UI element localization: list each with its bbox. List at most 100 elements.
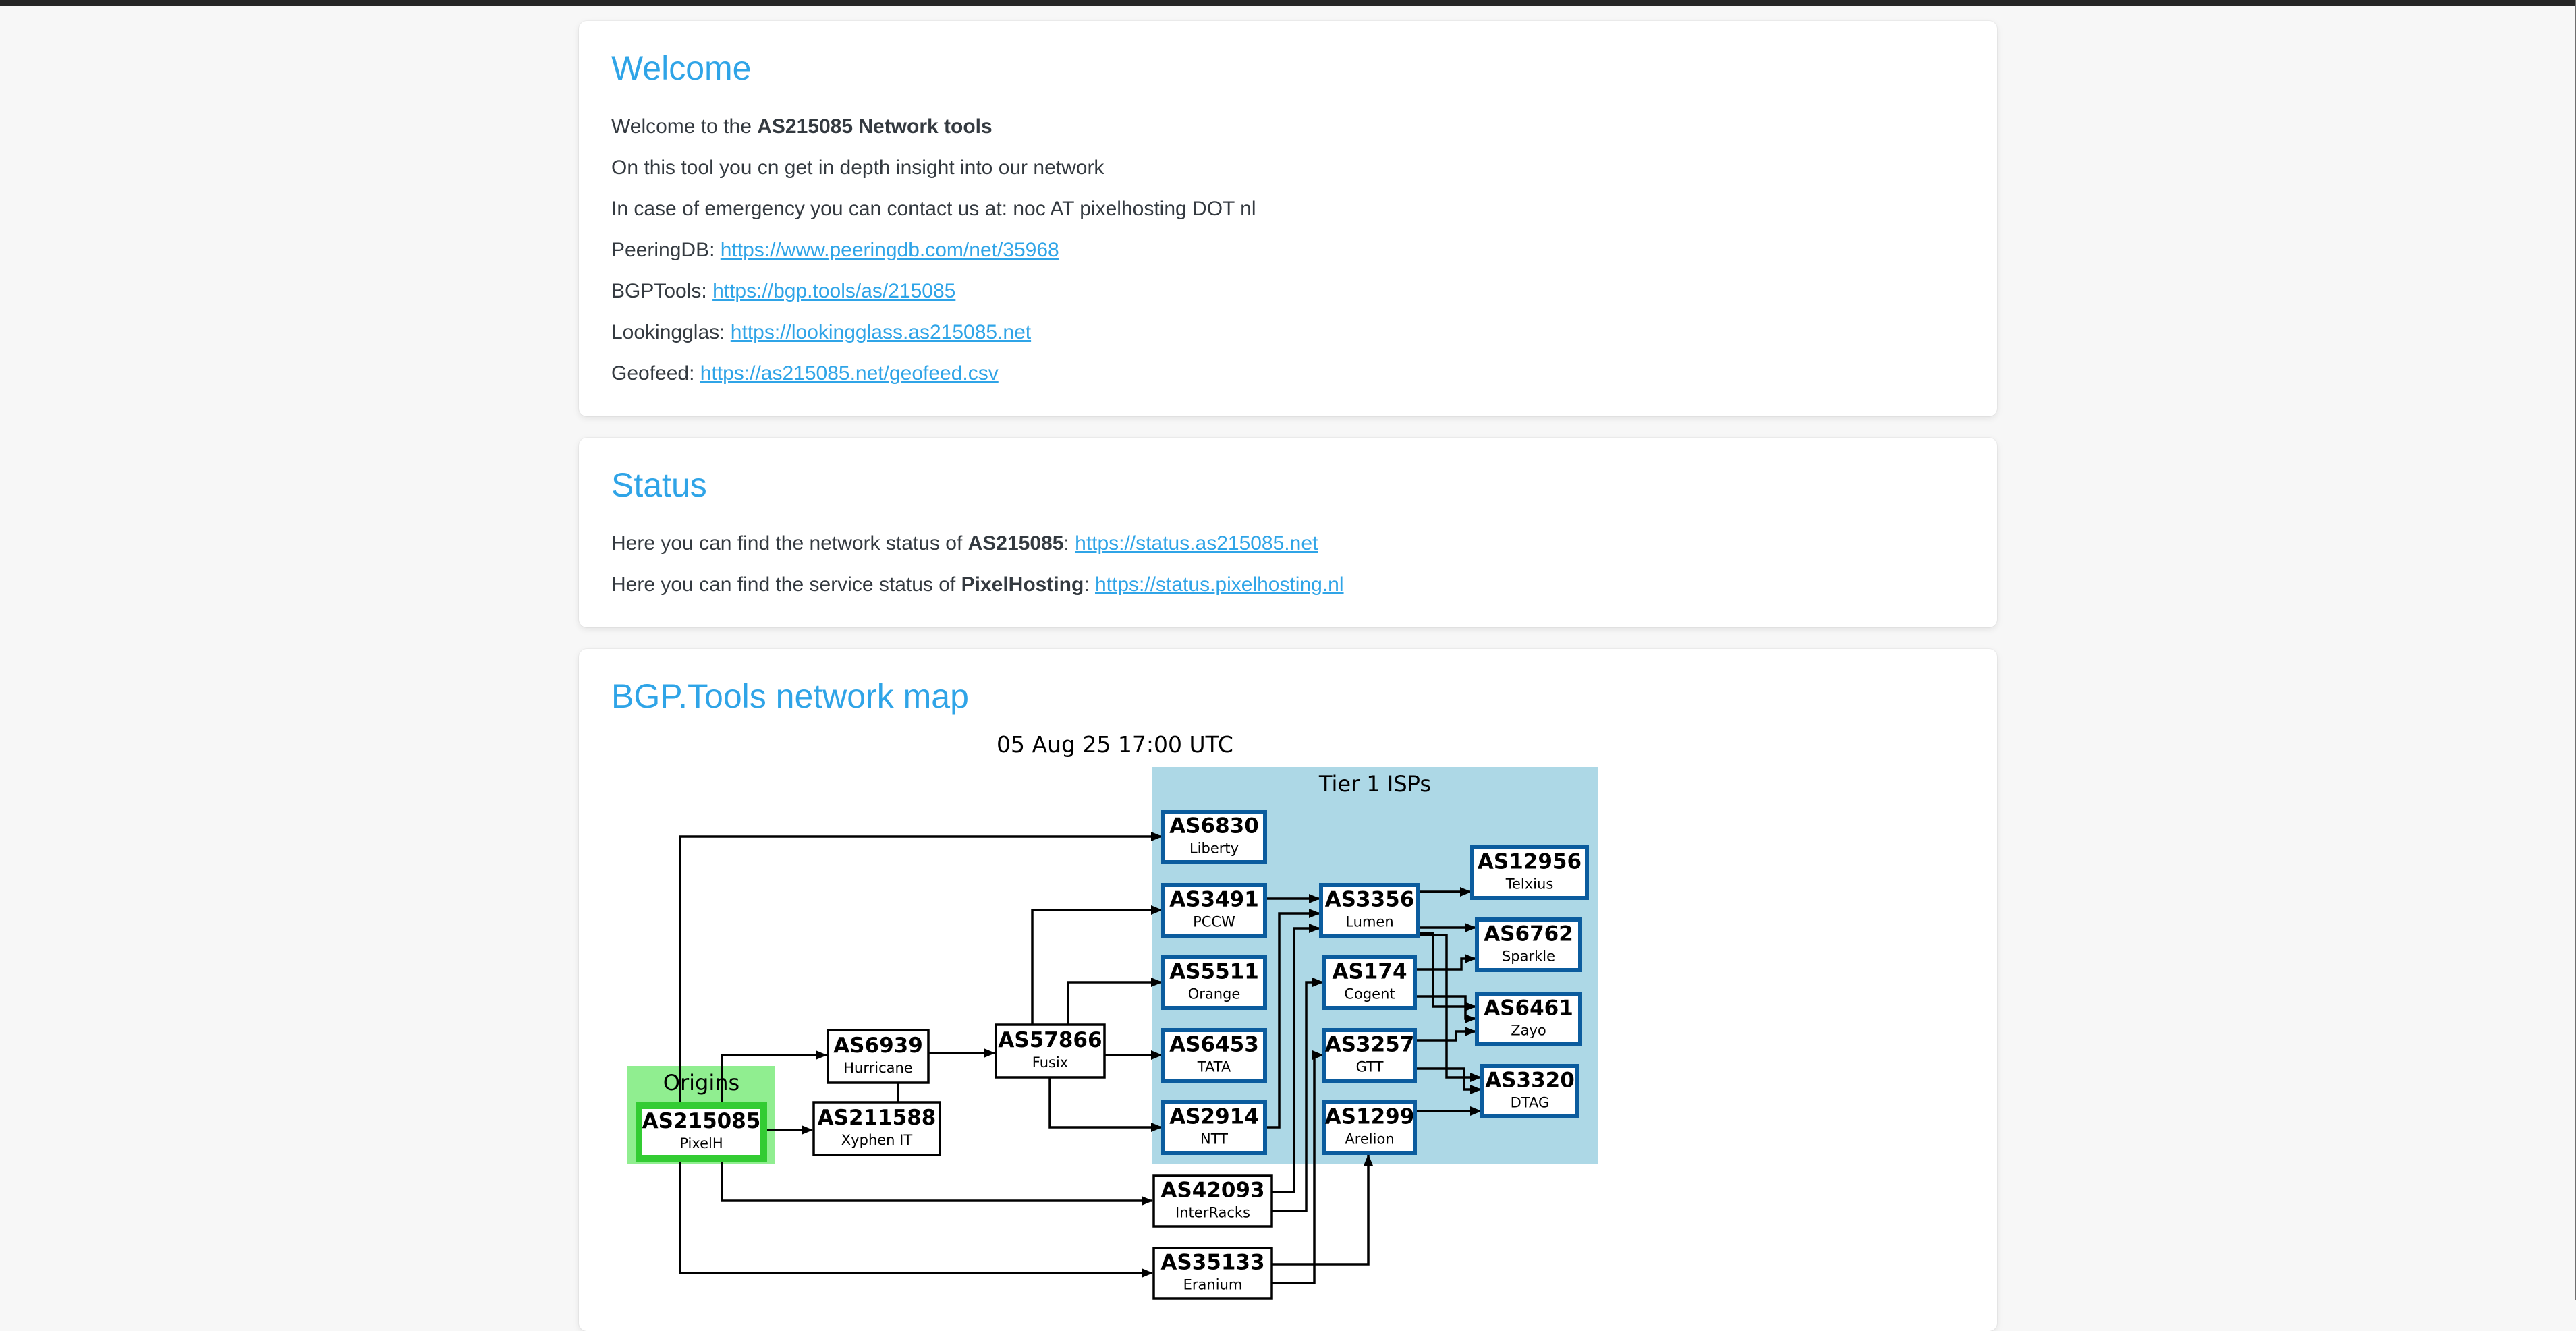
- node-name-AS6939: Hurricane: [843, 1060, 912, 1076]
- welcome-intro-prefix: Welcome to the: [611, 115, 757, 138]
- edge-AS57866-AS5511: [1068, 982, 1162, 1025]
- map-node-AS174: AS174 Cogent: [1324, 957, 1415, 1008]
- service-status-row: Here you can find the service status of …: [611, 573, 1965, 596]
- lookingglass-link[interactable]: https://lookingglass.as215085.net: [731, 321, 1031, 343]
- welcome-title: Welcome: [611, 49, 1965, 87]
- node-name-AS174: Cogent: [1344, 986, 1395, 1002]
- map-node-AS2914: AS2914NTT: [1163, 1102, 1265, 1153]
- node-name-AS5511: Orange: [1188, 986, 1241, 1002]
- geofeed-label: Geofeed:: [611, 362, 700, 385]
- network-map-svg: Tier 1 ISPs Origins AS215085 PixelH AS211588…: [626, 767, 1604, 1301]
- network-status-row: Here you can find the network status of …: [611, 532, 1965, 555]
- node-name-AS3257: GTT: [1356, 1059, 1384, 1075]
- map-node-AS57866: AS57866 Fusix: [996, 1025, 1104, 1077]
- welcome-line-emergency: In case of emergency you can contact us …: [611, 198, 1965, 221]
- node-id-AS3257: AS3257: [1325, 1033, 1415, 1057]
- peeringdb-label: PeeringDB:: [611, 239, 721, 261]
- network-map-image: Tier 1 ISPs Origins AS215085 PixelH AS211588…: [626, 767, 1965, 1304]
- service-status-sep: :: [1084, 573, 1095, 596]
- node-id-AS6762: AS6762: [1484, 922, 1573, 946]
- group-tier1-label: Tier 1 ISPs: [1318, 771, 1431, 797]
- node-id-AS42093: AS42093: [1160, 1179, 1264, 1203]
- map-node-AS5511: AS5511 Orange: [1163, 957, 1265, 1008]
- welcome-line-insight: On this tool you cn get in depth insight…: [611, 157, 1965, 179]
- node-id-AS215085: AS215085: [642, 1109, 761, 1133]
- geofeed-link[interactable]: https://as215085.net/geofeed.csv: [700, 362, 999, 385]
- node-name-AS3491: PCCW: [1193, 914, 1235, 930]
- welcome-intro: Welcome to the AS215085 Network tools: [611, 115, 1965, 138]
- node-name-AS215085: PixelH: [679, 1135, 723, 1152]
- lookingglass-label: Lookingglas:: [611, 321, 731, 343]
- map-node-AS6830: AS6830 Liberty: [1163, 812, 1265, 862]
- node-name-AS42093: InterRacks: [1175, 1205, 1250, 1221]
- network-status-link[interactable]: https://status.as215085.net: [1075, 532, 1318, 555]
- network-status-bold: AS215085: [968, 532, 1064, 555]
- node-name-AS6762: Sparkle: [1502, 948, 1555, 965]
- status-title: Status: [611, 466, 1965, 504]
- map-node-AS6939: AS6939 Hurricane: [828, 1030, 928, 1083]
- map-timestamp: 05 Aug 25 17:00 UTC: [626, 731, 1604, 758]
- node-name-AS35133: Eranium: [1183, 1277, 1243, 1293]
- page-content: Welcome Welcome to the AS215085 Network …: [579, 6, 1997, 1331]
- map-node-AS3491: AS3491 PCCW: [1163, 885, 1265, 936]
- edge-AS57866-AS3491: [1032, 910, 1162, 1025]
- peeringdb-row: PeeringDB: https://www.peeringdb.com/net…: [611, 239, 1965, 262]
- map-node-AS6762: AS6762 Sparkle: [1477, 919, 1580, 970]
- bgp-map-card: BGP.Tools network map 05 Aug 25 17:00 UT…: [579, 649, 1997, 1331]
- map-node-AS42093: AS42093 InterRacks: [1154, 1176, 1272, 1226]
- node-name-AS211588: Xyphen IT: [841, 1132, 913, 1148]
- node-id-AS12956: AS12956: [1478, 850, 1581, 874]
- map-node-AS35133: AS35133 Eranium: [1154, 1248, 1272, 1299]
- node-name-AS12956: Telxius: [1505, 876, 1554, 893]
- map-node-AS3320: AS3320 DTAG: [1482, 1066, 1577, 1116]
- edge-AS57866-AS2914: [1050, 1077, 1162, 1127]
- node-id-AS6939: AS6939: [833, 1033, 923, 1058]
- map-node-AS215085: AS215085 PixelH: [639, 1106, 764, 1158]
- map-node-AS3356: AS3356 Lumen: [1321, 885, 1418, 936]
- edge-AS215085-AS42093: [722, 1158, 1152, 1201]
- bgptools-link[interactable]: https://bgp.tools/as/215085: [712, 280, 955, 302]
- node-id-AS174: AS174: [1332, 960, 1407, 984]
- node-id-AS211588: AS211588: [818, 1106, 936, 1130]
- node-id-AS57866: AS57866: [998, 1028, 1102, 1052]
- node-id-AS35133: AS35133: [1160, 1251, 1264, 1275]
- window-top-bar: [0, 0, 2576, 6]
- map-node-AS6461: AS6461 Zayo: [1477, 994, 1580, 1044]
- node-id-AS6830: AS6830: [1169, 814, 1259, 839]
- node-id-AS1299: AS1299: [1325, 1105, 1415, 1129]
- map-node-AS12956: AS12956 Telxius: [1472, 847, 1587, 898]
- node-name-AS2914: NTT: [1200, 1131, 1228, 1148]
- network-status-prefix: Here you can find the network status of: [611, 532, 968, 555]
- node-name-AS3356: Lumen: [1345, 914, 1393, 930]
- service-status-link[interactable]: https://status.pixelhosting.nl: [1095, 573, 1344, 596]
- map-node-AS1299: AS1299 Arelion: [1324, 1102, 1415, 1153]
- node-name-AS1299: Arelion: [1345, 1131, 1394, 1148]
- welcome-card: Welcome Welcome to the AS215085 Network …: [579, 21, 1997, 416]
- node-id-AS3320: AS3320: [1485, 1069, 1575, 1093]
- edge-AS35133-AS1299: [1272, 1155, 1368, 1264]
- service-status-prefix: Here you can find the service status of: [611, 573, 961, 596]
- welcome-intro-bold: AS215085 Network tools: [757, 115, 992, 138]
- map-node-AS3257: AS3257 GTT: [1324, 1030, 1415, 1081]
- node-id-AS3356: AS3356: [1325, 888, 1415, 912]
- service-status-bold: PixelHosting: [961, 573, 1084, 596]
- peeringdb-link[interactable]: https://www.peeringdb.com/net/35968: [721, 239, 1059, 261]
- map-node-AS211588: AS211588 Xyphen IT: [814, 1102, 940, 1155]
- node-name-AS6830: Liberty: [1189, 841, 1239, 857]
- lookingglass-row: Lookingglas: https://lookingglass.as2150…: [611, 321, 1965, 344]
- map-node-AS6453: AS6453 TATA: [1163, 1030, 1265, 1081]
- bgp-map-title: BGP.Tools network map: [611, 677, 1965, 715]
- node-name-AS3320: DTAG: [1511, 1095, 1550, 1111]
- node-id-AS6461: AS6461: [1484, 996, 1573, 1021]
- node-name-AS6461: Zayo: [1511, 1023, 1546, 1039]
- group-origins-label: Origins: [663, 1070, 739, 1096]
- bgptools-label: BGPTools:: [611, 280, 712, 302]
- node-id-AS3491: AS3491: [1169, 888, 1259, 912]
- network-status-sep: :: [1063, 532, 1075, 555]
- node-name-AS6453: TATA: [1197, 1059, 1231, 1075]
- geofeed-row: Geofeed: https://as215085.net/geofeed.cs…: [611, 362, 1965, 385]
- status-card: Status Here you can find the network sta…: [579, 438, 1997, 627]
- node-id-AS6453: AS6453: [1169, 1033, 1259, 1057]
- node-name-AS57866: Fusix: [1032, 1054, 1068, 1071]
- node-id-AS5511: AS5511: [1169, 960, 1259, 984]
